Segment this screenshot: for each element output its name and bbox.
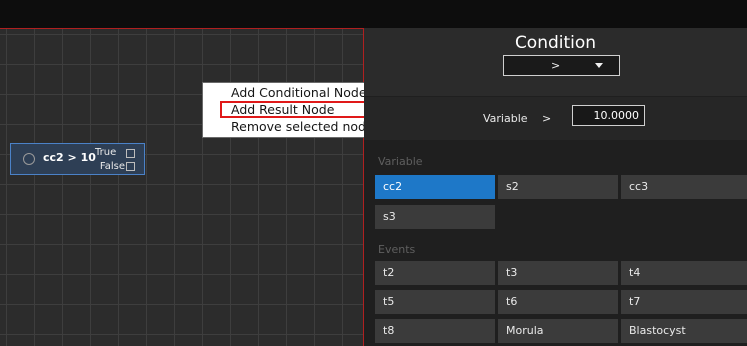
variable-condition-row: Variable > 10.0000 — [364, 97, 747, 140]
variable-tile-cc3[interactable]: cc3 — [621, 175, 747, 199]
variable-tile-s3[interactable]: s3 — [375, 205, 495, 229]
node-true-label: True — [95, 147, 117, 158]
node-false-output-checkbox[interactable] — [126, 162, 135, 171]
condition-panel: Condition > Variable > 10.0000 Variable … — [364, 28, 747, 346]
variable-row-label: Variable — [483, 112, 528, 125]
variable-section-label: Variable — [378, 155, 423, 168]
event-tile-t4[interactable]: t4 — [621, 261, 747, 285]
event-tile-blastocyst[interactable]: Blastocyst — [621, 319, 747, 343]
variable-tile-s2[interactable]: s2 — [498, 175, 618, 199]
event-tile-t7[interactable]: t7 — [621, 290, 747, 314]
event-tile-t3[interactable]: t3 — [498, 261, 618, 285]
dropdown-arrow-icon — [595, 63, 603, 68]
events-section-label: Events — [378, 243, 416, 256]
variable-tile-cc2[interactable]: cc2 — [375, 175, 495, 199]
condition-header: Condition > — [364, 28, 747, 96]
conditional-node[interactable]: cc2 > 10 True False — [10, 143, 145, 175]
node-false-label: False — [99, 161, 125, 172]
window-top-bar — [0, 0, 747, 28]
panel-title: Condition — [514, 33, 597, 53]
node-expression: cc2 > 10 — [43, 151, 96, 164]
variable-row-operator: > — [542, 112, 552, 125]
node-input-port-icon[interactable] — [23, 153, 35, 165]
event-tile-t5[interactable]: t5 — [375, 290, 495, 314]
node-graph-canvas[interactable]: cc2 > 10 True False — [0, 28, 364, 346]
event-tile-t8[interactable]: t8 — [375, 319, 495, 343]
threshold-value: 10.0000 — [593, 109, 640, 122]
event-tile-morula[interactable]: Morula — [498, 319, 618, 343]
event-tile-t2[interactable]: t2 — [375, 261, 495, 285]
threshold-value-input[interactable]: 10.0000 — [572, 105, 645, 126]
operator-dropdown[interactable]: > — [503, 55, 620, 76]
node-true-output-checkbox[interactable] — [126, 149, 135, 158]
event-tile-t6[interactable]: t6 — [498, 290, 618, 314]
menu-item-add-conditional-node[interactable]: Add Conditional Node — [231, 86, 367, 100]
menu-highlight-box — [220, 101, 370, 118]
operator-dropdown-value: > — [551, 59, 561, 72]
menu-item-remove-selected-nodes[interactable]: Remove selected nodes — [231, 120, 380, 134]
